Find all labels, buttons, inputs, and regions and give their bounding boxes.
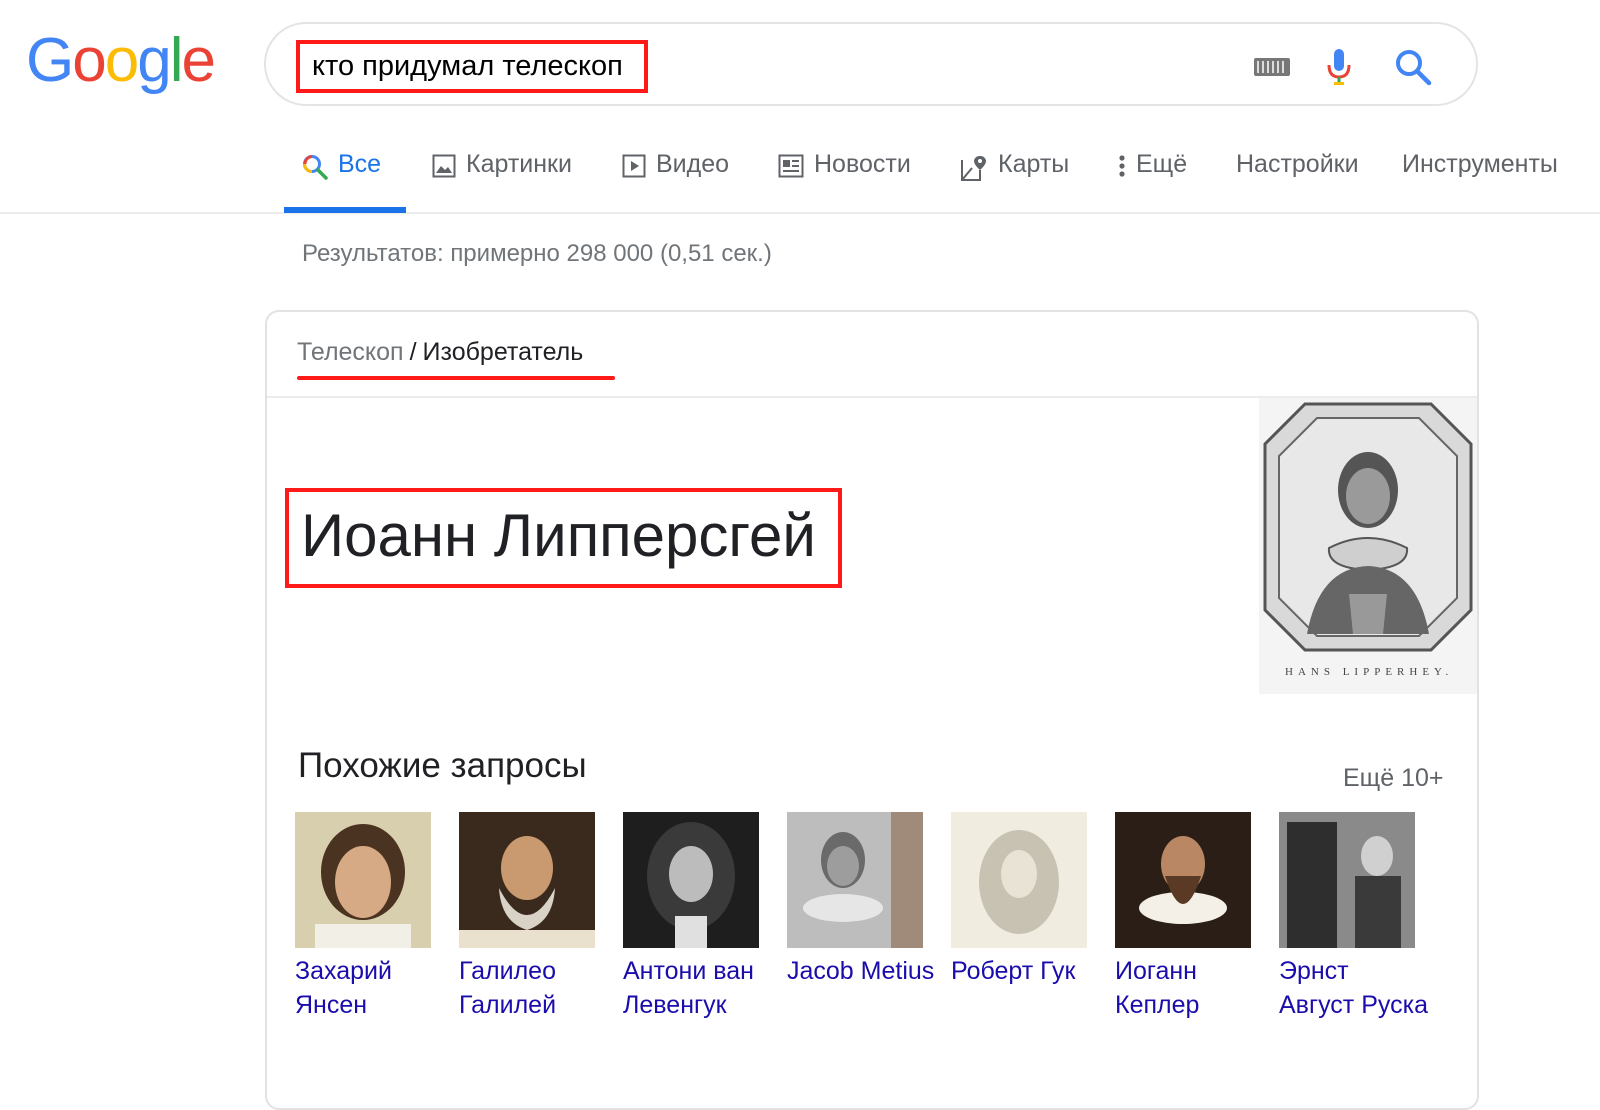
- related-item-label[interactable]: Галилео Галилей: [459, 954, 609, 1022]
- tab-images[interactable]: Картинки: [432, 150, 572, 210]
- tab-more[interactable]: Ещё: [1118, 150, 1187, 210]
- logo-letter: l: [169, 26, 184, 95]
- related-searches-title: Похожие запросы: [298, 746, 587, 785]
- tab-label: Карты: [998, 150, 1070, 178]
- tab-maps[interactable]: Карты: [960, 150, 1069, 210]
- answer-highlight-box: Иоанн Липперсгей: [285, 488, 842, 588]
- portrait-image[interactable]: [1259, 398, 1477, 694]
- google-logo[interactable]: Google: [26, 26, 216, 95]
- related-item-label[interactable]: Иоганн Кеплер: [1115, 954, 1265, 1022]
- tab-video[interactable]: Видео: [622, 150, 729, 210]
- breadcrumb-separator: /: [409, 338, 417, 366]
- portrait-caption: HANS LIPPERHEY.: [1285, 666, 1454, 678]
- person-thumbnail[interactable]: [787, 812, 923, 948]
- breadcrumb: Телескоп / Изобретатель: [297, 338, 583, 367]
- related-item-label[interactable]: Эрнст Август Руска: [1279, 954, 1429, 1022]
- related-item[interactable]: Роберт Гук: [951, 812, 1101, 988]
- tab-label: Настройки: [1236, 150, 1359, 178]
- related-item-label[interactable]: Захарий Янсен: [295, 954, 445, 1022]
- tab-label: Все: [338, 150, 382, 178]
- person-thumbnail[interactable]: [1115, 812, 1251, 948]
- logo-letter: o: [72, 26, 107, 95]
- logo-letter: g: [137, 26, 172, 95]
- answer-title: Иоанн Липперсгей: [301, 502, 816, 569]
- active-tab-indicator: [284, 207, 406, 213]
- related-item[interactable]: Jacob Metius: [787, 812, 937, 988]
- search-tabs: Все Картинки Видео Новости Карты Ещё Нас…: [0, 140, 1600, 214]
- results-stats: Результатов: примерно 298 000 (0,51 сек.…: [302, 240, 772, 267]
- person-thumbnail[interactable]: [1279, 812, 1415, 948]
- related-item[interactable]: Захарий Янсен: [295, 812, 445, 1022]
- person-thumbnail[interactable]: [951, 812, 1087, 948]
- breadcrumb-current: Изобретатель: [422, 338, 584, 366]
- tab-news[interactable]: Новости: [778, 150, 911, 210]
- search-box: [264, 22, 1478, 106]
- search-icon: [303, 155, 328, 180]
- search-input[interactable]: [312, 50, 632, 83]
- play-icon: [622, 154, 646, 178]
- tab-label: Видео: [656, 150, 730, 178]
- mic-icon[interactable]: [1326, 48, 1352, 86]
- person-thumbnail[interactable]: [459, 812, 595, 948]
- tab-tools[interactable]: Инструменты: [1402, 150, 1558, 210]
- image-icon: [432, 154, 456, 178]
- tab-settings[interactable]: Настройки: [1236, 150, 1359, 210]
- related-item-label[interactable]: Jacob Metius: [787, 954, 937, 988]
- more-related-link[interactable]: Ещё 10+: [1343, 764, 1444, 793]
- related-item[interactable]: Антони ван Левенгук: [623, 812, 773, 1022]
- person-thumbnail[interactable]: [623, 812, 759, 948]
- more-vert-icon: [1119, 155, 1125, 177]
- tab-label: Ещё: [1136, 150, 1188, 178]
- person-thumbnail[interactable]: [295, 812, 431, 948]
- logo-letter: G: [26, 26, 74, 95]
- tab-label: Картинки: [466, 150, 572, 178]
- related-item-label[interactable]: Антони ван Левенгук: [623, 954, 773, 1022]
- query-highlight-box: [296, 40, 648, 93]
- breadcrumb-highlight-underline: [297, 376, 615, 380]
- keyboard-icon[interactable]: [1254, 58, 1290, 76]
- logo-letter: o: [104, 26, 140, 95]
- tab-label: Инструменты: [1402, 150, 1558, 178]
- breadcrumb-parent-link[interactable]: Телескоп: [297, 338, 404, 366]
- news-icon: [778, 154, 804, 178]
- related-item[interactable]: Эрнст Август Руска: [1279, 812, 1429, 1022]
- knowledge-card: Телескоп / Изобретатель Иоанн Липперсгей H…: [265, 310, 1479, 1110]
- related-item[interactable]: Галилео Галилей: [459, 812, 609, 1022]
- tab-label: Новости: [814, 150, 911, 178]
- map-pin-icon: [961, 156, 986, 181]
- related-item[interactable]: Иоганн Кеплер: [1115, 812, 1265, 1022]
- tab-all[interactable]: Все: [302, 150, 381, 210]
- logo-letter: e: [181, 26, 216, 95]
- related-item-label[interactable]: Роберт Гук: [951, 954, 1101, 988]
- search-icon[interactable]: [1394, 48, 1432, 86]
